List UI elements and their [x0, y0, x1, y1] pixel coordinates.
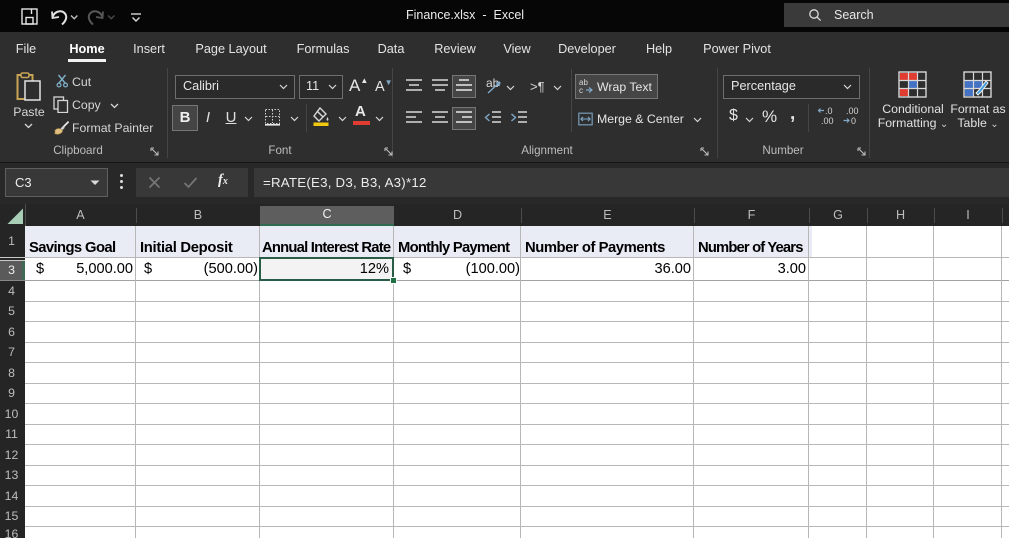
svg-text:.00: .00 [846, 106, 859, 116]
svg-text:0: 0 [851, 116, 856, 126]
svg-text:.00: .00 [821, 116, 834, 126]
svg-text:.0: .0 [825, 106, 833, 116]
svg-text:c: c [579, 86, 583, 94]
